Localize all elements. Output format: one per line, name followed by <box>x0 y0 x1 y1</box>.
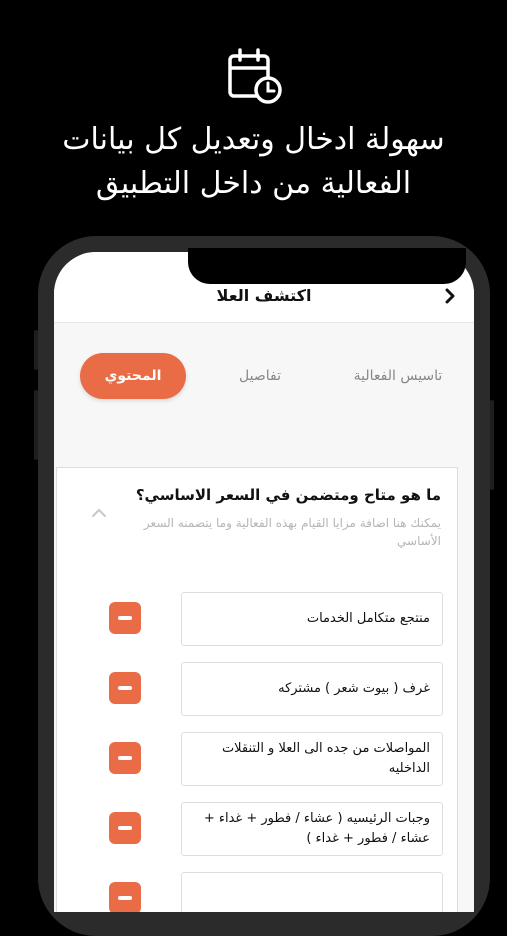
tab-details[interactable]: تفاصيل <box>220 353 300 399</box>
minus-icon <box>118 826 132 830</box>
list-item: وجبات الرئيسيه ( عشاء / فطور + غداء + عش… <box>57 802 457 856</box>
main-content: تاسيس الفعالية تفاصيل المحتوي ما هو متاح… <box>54 323 474 912</box>
remove-item-button[interactable] <box>109 882 141 912</box>
question-title: ما هو متاح ومتضمن في السعر الاساسي؟ <box>135 486 441 504</box>
question-description: يمكنك هنا اضافة مزايا القيام بهذه الفعال… <box>143 516 441 548</box>
tab-event-setup[interactable]: تاسيس الفعالية <box>338 353 458 399</box>
item-text-field[interactable] <box>181 872 443 912</box>
remove-item-button[interactable] <box>109 602 141 634</box>
tab-content[interactable]: المحتوي <box>80 353 186 399</box>
hero-title-line1: سهولة ادخال وتعديل كل بيانات <box>62 122 445 157</box>
phone-notch <box>188 248 466 284</box>
item-text-field[interactable]: وجبات الرئيسيه ( عشاء / فطور + غداء + عش… <box>181 802 443 856</box>
chevron-up-icon[interactable] <box>91 506 107 518</box>
phone-side-button <box>34 390 38 460</box>
item-text-field[interactable]: غرف ( بيوت شعر ) مشتركه <box>181 662 443 716</box>
phone-side-button <box>490 400 494 490</box>
remove-item-button[interactable] <box>109 672 141 704</box>
chevron-right-icon[interactable] <box>442 288 458 304</box>
minus-icon <box>118 896 132 900</box>
phone-side-button <box>34 330 38 370</box>
phone-screen: اكتشف العلا تاسيس الفعالية تفاصيل المحتو… <box>54 252 474 912</box>
remove-item-button[interactable] <box>109 742 141 774</box>
item-text-field[interactable]: منتجع متكامل الخدمات <box>181 592 443 646</box>
calendar-clock-icon <box>228 48 282 104</box>
items-list: منتجع متكامل الخدمات غرف ( بيوت شعر ) مش… <box>56 566 458 912</box>
hero-title-line2: الفعالية من داخل التطبيق <box>95 166 412 201</box>
minus-icon <box>118 686 132 690</box>
minus-icon <box>118 616 132 620</box>
list-item: المواصلات من جده الى العلا و التنقلات ال… <box>57 732 457 786</box>
minus-icon <box>118 756 132 760</box>
question-card[interactable]: ما هو متاح ومتضمن في السعر الاساسي؟ يمكن… <box>56 467 458 567</box>
item-text-field[interactable]: المواصلات من جده الى العلا و التنقلات ال… <box>181 732 443 786</box>
list-item: منتجع متكامل الخدمات <box>57 592 457 646</box>
page-title: اكتشف العلا <box>216 286 312 305</box>
tab-bar: تاسيس الفعالية تفاصيل المحتوي <box>54 353 474 403</box>
remove-item-button[interactable] <box>109 812 141 844</box>
list-item <box>57 872 457 912</box>
hero-title: سهولة ادخال وتعديل كل بيانات الفعالية من… <box>0 118 507 206</box>
list-item: غرف ( بيوت شعر ) مشتركه <box>57 662 457 716</box>
